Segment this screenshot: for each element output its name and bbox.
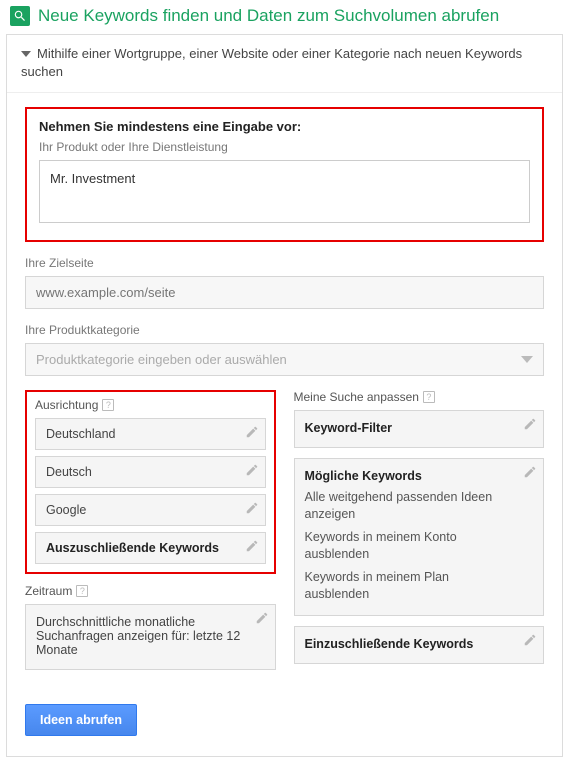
targeting-item-label: Deutschland [46, 427, 116, 441]
keyword-filter-card[interactable]: Keyword-Filter [294, 410, 545, 448]
date-range-card[interactable]: Durchschnittliche monatliche Suchanfrage… [25, 604, 276, 670]
left-column: Ausrichtung ? Deutschland Deutsch Google [25, 390, 276, 680]
input-sublabel: Ihr Produkt oder Ihre Dienstleistung [39, 140, 530, 154]
category-select[interactable]: Produktkategorie eingeben oder auswählen [25, 343, 544, 376]
pencil-icon [245, 425, 259, 439]
search-icon [10, 6, 30, 26]
date-range-title-row: Zeitraum ? [25, 584, 276, 598]
possible-keywords-title: Mögliche Keywords [305, 469, 422, 483]
possible-keywords-line: Keywords in meinem Plan ausblenden [305, 569, 516, 603]
pencil-icon [523, 417, 537, 431]
negative-keywords[interactable]: Auszuschließende Keywords [35, 532, 266, 564]
customize-title: Meine Suche anpassen [294, 390, 419, 404]
date-range-title: Zeitraum [25, 584, 72, 598]
keyword-filter-label: Keyword-Filter [305, 421, 393, 435]
include-keywords-label: Einzuschließende Keywords [305, 637, 474, 651]
get-ideas-button[interactable]: Ideen abrufen [25, 704, 137, 736]
landing-page-input[interactable] [25, 276, 544, 309]
targeting-title-row: Ausrichtung ? [35, 398, 266, 412]
page-title: Neue Keywords finden und Daten zum Suchv… [38, 6, 499, 26]
targeting-network[interactable]: Google [35, 494, 266, 526]
targeting-item-label: Deutsch [46, 465, 92, 479]
pencil-icon [245, 501, 259, 515]
chevron-down-icon [21, 51, 31, 57]
targeting-language[interactable]: Deutsch [35, 456, 266, 488]
category-label: Ihre Produktkategorie [25, 323, 544, 337]
negative-keywords-label: Auszuschließende Keywords [46, 541, 219, 555]
help-icon[interactable]: ? [423, 391, 435, 403]
options-columns: Ausrichtung ? Deutschland Deutsch Google [25, 390, 544, 680]
main-panel: Mithilfe einer Wortgruppe, einer Website… [6, 34, 563, 757]
pencil-icon [523, 633, 537, 647]
pencil-icon [523, 465, 537, 479]
landing-page-label: Ihre Zielseite [25, 256, 544, 270]
date-range-text: Durchschnittliche monatliche Suchanfrage… [36, 615, 240, 657]
possible-keywords-line: Keywords in meinem Konto ausblenden [305, 529, 516, 563]
possible-keywords-card[interactable]: Mögliche Keywords Alle weitgehend passen… [294, 458, 545, 615]
pencil-icon [255, 611, 269, 625]
panel-body: Nehmen Sie mindestens eine Eingabe vor: … [7, 93, 562, 756]
accordion-header[interactable]: Mithilfe einer Wortgruppe, einer Website… [7, 35, 562, 93]
chevron-down-icon [521, 356, 533, 363]
category-placeholder: Produktkategorie eingeben oder auswählen [36, 352, 287, 367]
possible-keywords-line: Alle weitgehend passenden Ideen anzeigen [305, 489, 516, 523]
accordion-label: Mithilfe einer Wortgruppe, einer Website… [21, 46, 522, 79]
input-heading: Nehmen Sie mindestens eine Eingabe vor: [39, 119, 530, 134]
page-header: Neue Keywords finden und Daten zum Suchv… [0, 0, 569, 34]
targeting-location[interactable]: Deutschland [35, 418, 266, 450]
targeting-item-label: Google [46, 503, 86, 517]
product-service-input[interactable] [39, 160, 530, 223]
customize-title-row: Meine Suche anpassen ? [294, 390, 545, 404]
help-icon[interactable]: ? [76, 585, 88, 597]
targeting-title: Ausrichtung [35, 398, 98, 412]
help-icon[interactable]: ? [102, 399, 114, 411]
landing-page-block: Ihre Zielseite [25, 256, 544, 309]
category-block: Ihre Produktkategorie Produktkategorie e… [25, 323, 544, 376]
right-column: Meine Suche anpassen ? Keyword-Filter Mö… [294, 390, 545, 680]
include-keywords-card[interactable]: Einzuschließende Keywords [294, 626, 545, 664]
pencil-icon [245, 463, 259, 477]
pencil-icon [245, 539, 259, 553]
product-input-group: Nehmen Sie mindestens eine Eingabe vor: … [25, 107, 544, 242]
targeting-group: Ausrichtung ? Deutschland Deutsch Google [25, 390, 276, 574]
